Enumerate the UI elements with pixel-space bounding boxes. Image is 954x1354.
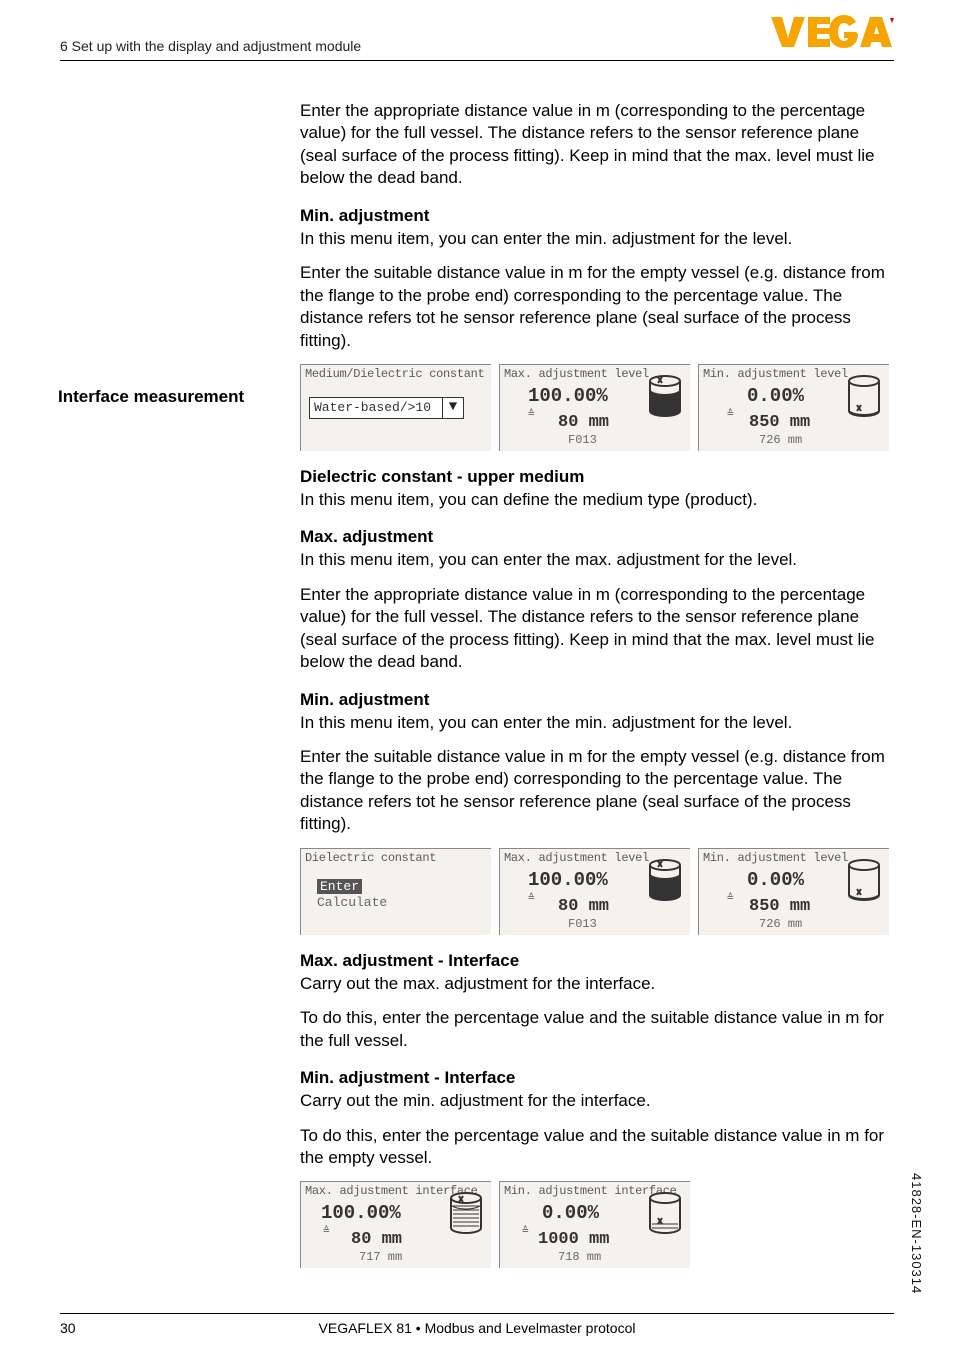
lcd-title: Max. adjustment level [504,367,649,381]
option-enter[interactable]: Enter [317,879,362,894]
lcd-min-adjustment: Min. adjustment level 0.00% ≙ 850 mm 726… [698,848,889,935]
paragraph: In this menu item, you can enter the min… [300,712,894,734]
hat-icon: ≙ [528,407,535,421]
lcd-percent: 100.00% [528,385,608,407]
paragraph: Enter the suitable distance value in m f… [300,746,894,836]
lcd-dielectric-constant: Dielectric constant Enter Calculate [300,848,491,935]
paragraph: Enter the appropriate distance value in … [300,584,894,674]
vega-logo [768,14,898,55]
lcd-distance: 80 mm [558,413,609,432]
paragraph: Enter the appropriate distance value in … [300,100,894,190]
lcd-code: F013 [568,917,597,931]
paragraph: In this menu item, you can enter the max… [300,549,894,571]
dropdown-medium[interactable]: Water-based/>10 ▼ [309,397,464,419]
footer-product: VEGAFLEX 81 • Modbus and Levelmaster pro… [60,1320,894,1336]
lcd-medium-dielectric: Medium/Dielectric constant Water-based/>… [300,364,491,451]
tank-empty-icon [847,859,881,905]
lcd-code: F013 [568,433,597,447]
heading-min-interface: Min. adjustment - Interface [300,1068,894,1088]
lcd-max-interface: Max. adjustment interface 100.00% ≙ 80 m… [300,1181,491,1268]
main-content: Enter the appropriate distance value in … [300,100,894,1272]
lcd-percent: 0.00% [747,385,804,407]
lcd-code: 726 mm [759,433,802,447]
lcd-min-interface: Min. adjustment interface 0.00% ≙ 1000 m… [499,1181,690,1268]
heading-max-interface: Max. adjustment - Interface [300,951,894,971]
paragraph: To do this, enter the percentage value a… [300,1007,894,1052]
lcd-percent: 100.00% [321,1202,401,1224]
lcd-distance: 850 mm [749,897,810,916]
hat-icon: ≙ [323,1224,330,1238]
lcd-title: Min. adjustment level [703,851,848,865]
lcd-code: 718 mm [558,1250,601,1264]
hat-icon: ≙ [727,891,734,905]
tank-full-icon [648,859,682,905]
heading-dielectric-upper: Dielectric constant - upper medium [300,467,894,487]
lcd-distance: 1000 mm [538,1230,609,1249]
lcd-row-1: Medium/Dielectric constant Water-based/>… [300,364,894,451]
paragraph: To do this, enter the percentage value a… [300,1125,894,1170]
tank-interface-full-icon [449,1192,483,1238]
hat-icon: ≙ [522,1224,529,1238]
option-calculate[interactable]: Calculate [317,895,387,910]
heading-max-adjustment: Max. adjustment [300,527,894,547]
lcd-row-3: Max. adjustment interface 100.00% ≙ 80 m… [300,1181,894,1268]
lcd-distance: 80 mm [558,897,609,916]
dropdown-arrow-icon: ▼ [442,398,463,418]
side-label-interface: Interface measurement [58,387,244,407]
tank-interface-empty-icon [648,1192,682,1238]
lcd-percent: 0.00% [747,869,804,891]
tank-empty-icon [847,375,881,421]
hat-icon: ≙ [528,891,535,905]
lcd-percent: 100.00% [528,869,608,891]
lcd-title: Medium/Dielectric constant [305,367,484,381]
header-section: 6 Set up with the display and adjustment… [60,38,361,54]
lcd-max-adjustment: Max. adjustment level 100.00% ≙ 80 mm F0… [499,848,690,935]
lcd-code: 726 mm [759,917,802,931]
lcd-title: Min. adjustment level [703,367,848,381]
paragraph: In this menu item, you can enter the min… [300,228,894,250]
lcd-title: Max. adjustment level [504,851,649,865]
heading-min-adjustment-2: Min. adjustment [300,690,894,710]
page-footer: 30 VEGAFLEX 81 • Modbus and Levelmaster … [60,1313,894,1320]
lcd-min-adjustment: Min. adjustment level 0.00% ≙ 850 mm 726… [698,364,889,451]
hat-icon: ≙ [727,407,734,421]
lcd-title: Dielectric constant [305,851,436,865]
lcd-percent: 0.00% [542,1202,599,1224]
paragraph: Carry out the max. adjustment for the in… [300,973,894,995]
paragraph: Carry out the min. adjustment for the in… [300,1090,894,1112]
paragraph: In this menu item, you can define the me… [300,489,894,511]
lcd-row-2: Dielectric constant Enter Calculate Max.… [300,848,894,935]
document-number: 41828-EN-130314 [909,1173,924,1294]
lcd-max-adjustment: Max. adjustment level 100.00% ≙ 80 mm F0… [499,364,690,451]
heading-min-adjustment: Min. adjustment [300,206,894,226]
tank-full-icon [648,375,682,421]
lcd-code: 717 mm [359,1250,402,1264]
dropdown-value: Water-based/>10 [314,400,431,415]
paragraph: Enter the suitable distance value in m f… [300,262,894,352]
lcd-distance: 850 mm [749,413,810,432]
lcd-distance: 80 mm [351,1230,402,1249]
